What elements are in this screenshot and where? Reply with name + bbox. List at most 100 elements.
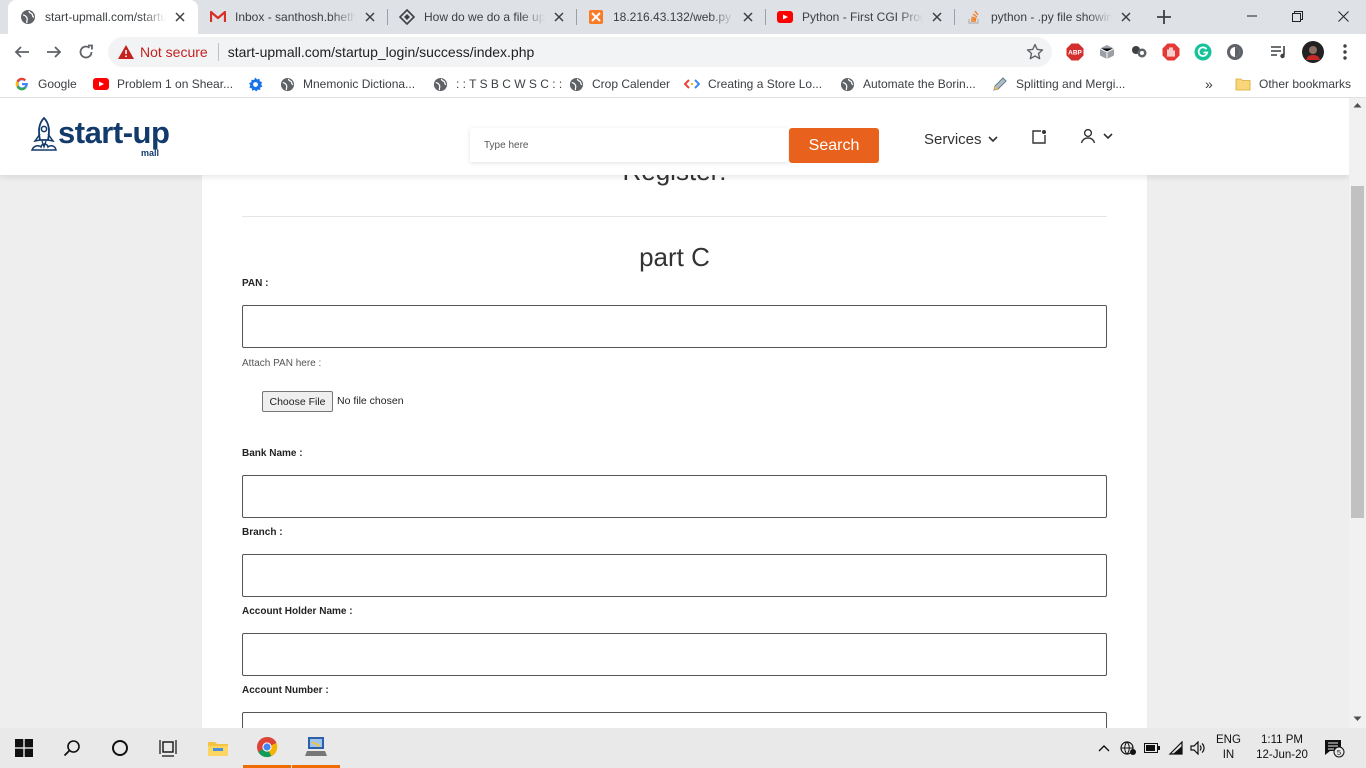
bookmark-tsbcwsc[interactable]: : : T S B C W S C : : xyxy=(432,76,562,92)
close-tab-icon[interactable] xyxy=(362,9,378,25)
bookmark-crop-calender[interactable]: Crop Calender xyxy=(568,76,670,92)
bookmark-mnemonic[interactable]: Mnemonic Dictiona... xyxy=(279,76,415,92)
restore-button[interactable] xyxy=(1274,0,1320,32)
bookmark-star-icon[interactable] xyxy=(1026,43,1044,61)
cortana-button[interactable] xyxy=(96,728,144,768)
back-button[interactable] xyxy=(8,38,36,66)
account-number-input[interactable] xyxy=(242,712,1107,728)
vertical-scrollbar[interactable] xyxy=(1349,98,1366,728)
tab-start-upmall[interactable]: start-upmall.com/startup_login/success/i… xyxy=(8,0,198,34)
share-icon[interactable] xyxy=(1031,129,1047,145)
file-explorer-button[interactable] xyxy=(194,728,242,768)
hand-extension-icon[interactable] xyxy=(1162,43,1180,61)
search-button[interactable]: Search xyxy=(789,128,879,163)
scroll-down-arrow-icon[interactable] xyxy=(1353,716,1362,722)
system-clock[interactable]: 1:11 PM 12-Jun-20 xyxy=(1252,733,1312,763)
bookmarks-bar: Google Problem 1 on Shear... Mnemonic Di… xyxy=(0,70,1366,98)
branch-input[interactable] xyxy=(242,554,1107,597)
divider xyxy=(242,216,1107,217)
address-bar[interactable]: Not secure start-upmall.com/startup_logi… xyxy=(108,37,1052,67)
warning-icon xyxy=(118,45,134,59)
omnibox-divider xyxy=(217,43,219,61)
bookmarks-overflow-button[interactable]: » xyxy=(1205,76,1213,92)
globe-icon xyxy=(839,76,855,92)
choose-file-button[interactable]: Choose File xyxy=(262,391,333,412)
diamond-icon xyxy=(399,9,415,25)
show-hidden-icons-button[interactable] xyxy=(1096,740,1112,756)
python-app-taskbar-button[interactable] xyxy=(292,728,340,768)
services-menu[interactable]: Services xyxy=(924,131,998,148)
tab-gmail[interactable]: Inbox - santhosh.bhethi@gmail.com xyxy=(198,0,388,34)
minimize-button[interactable] xyxy=(1229,0,1275,32)
close-tab-icon[interactable] xyxy=(929,9,945,25)
registration-card: Register: part C PAN : Attach PAN here :… xyxy=(202,98,1147,728)
bookmark-google[interactable]: Google xyxy=(14,76,77,92)
bookmark-problem-1[interactable]: Problem 1 on Shear... xyxy=(93,76,233,92)
code-icon xyxy=(684,76,700,92)
menu-kebab-icon[interactable] xyxy=(1336,43,1354,61)
clock-time: 1:11 PM xyxy=(1261,734,1303,746)
bookmark-label: Automate the Borin... xyxy=(863,77,976,91)
youtube-icon xyxy=(93,76,109,92)
scrollbar-thumb[interactable] xyxy=(1351,186,1364,518)
bookmark-automate[interactable]: Automate the Borin... xyxy=(839,76,976,92)
group-extension-icon[interactable] xyxy=(1130,43,1148,61)
reload-button[interactable] xyxy=(72,38,100,66)
pen-icon xyxy=(992,76,1008,92)
account-menu[interactable] xyxy=(1080,128,1113,144)
pan-input[interactable] xyxy=(242,305,1107,348)
start-button[interactable] xyxy=(0,728,48,768)
close-tab-icon[interactable] xyxy=(1118,9,1134,25)
battery-icon[interactable] xyxy=(1144,740,1160,756)
chevron-up-icon xyxy=(1098,745,1110,752)
bookmark-store-locator[interactable]: Creating a Store Lo... xyxy=(684,76,822,92)
chrome-taskbar-button[interactable] xyxy=(243,728,291,768)
adblock-icon[interactable]: ABP xyxy=(1066,43,1084,61)
close-tab-icon[interactable] xyxy=(740,9,756,25)
tab-python-cgi[interactable]: Python - First CGI Programming xyxy=(765,0,955,34)
close-window-button[interactable] xyxy=(1320,0,1366,32)
cube-extension-icon[interactable] xyxy=(1098,43,1116,61)
tab-file-upload[interactable]: How do we do a file upload in Python CGI xyxy=(387,0,577,34)
scroll-up-arrow-icon[interactable] xyxy=(1353,102,1362,108)
forward-button[interactable] xyxy=(40,38,68,66)
services-label: Services xyxy=(924,131,982,148)
close-tab-icon[interactable] xyxy=(551,9,567,25)
security-chip[interactable]: Not secure xyxy=(118,44,208,60)
folder-icon xyxy=(1235,76,1251,92)
avatar[interactable] xyxy=(1302,41,1324,63)
tab-title: python - .py file showing as text xyxy=(991,10,1112,24)
network-status-icon[interactable] xyxy=(1120,740,1136,756)
account-holder-label: Account Holder Name : xyxy=(242,606,353,617)
tab-title: start-upmall.com/startup_login/success/i… xyxy=(45,10,166,24)
google-icon xyxy=(14,76,30,92)
chrome-icon xyxy=(257,736,278,757)
search-input[interactable] xyxy=(470,128,788,162)
wifi-icon[interactable] xyxy=(1168,740,1184,756)
dark-mode-icon[interactable] xyxy=(1226,43,1244,61)
task-view-button[interactable] xyxy=(144,728,192,768)
tab-py-file[interactable]: python - .py file showing as text xyxy=(954,0,1144,34)
gear-icon xyxy=(247,76,263,92)
search-taskbar-button[interactable] xyxy=(48,728,96,768)
action-center-button[interactable]: 5 xyxy=(1324,739,1346,759)
logo-subtext: mall xyxy=(141,148,160,158)
url-text[interactable]: start-upmall.com/startup_login/success/i… xyxy=(228,44,535,60)
tab-web-py[interactable]: 18.216.43.132/web.py xyxy=(576,0,766,34)
bookmark-settings[interactable] xyxy=(247,76,271,92)
grammarly-icon[interactable] xyxy=(1194,43,1212,61)
bookmark-label: Problem 1 on Shear... xyxy=(117,77,234,91)
attach-pan-label: Attach PAN here : xyxy=(242,358,322,369)
close-tab-icon[interactable] xyxy=(172,9,188,25)
account-holder-input[interactable] xyxy=(242,633,1107,676)
media-control-icon[interactable] xyxy=(1270,43,1288,61)
input-language[interactable]: ENG IN xyxy=(1216,733,1241,763)
other-bookmarks[interactable]: Other bookmarks xyxy=(1235,76,1351,92)
bank-name-input[interactable] xyxy=(242,475,1107,518)
site-logo[interactable]: start-up mall xyxy=(28,114,188,160)
volume-icon[interactable] xyxy=(1190,740,1206,756)
youtube-icon xyxy=(777,9,793,25)
new-tab-button[interactable] xyxy=(1153,6,1175,28)
bookmark-splitting[interactable]: Splitting and Mergi... xyxy=(992,76,1125,92)
file-status: No file chosen xyxy=(337,395,404,407)
